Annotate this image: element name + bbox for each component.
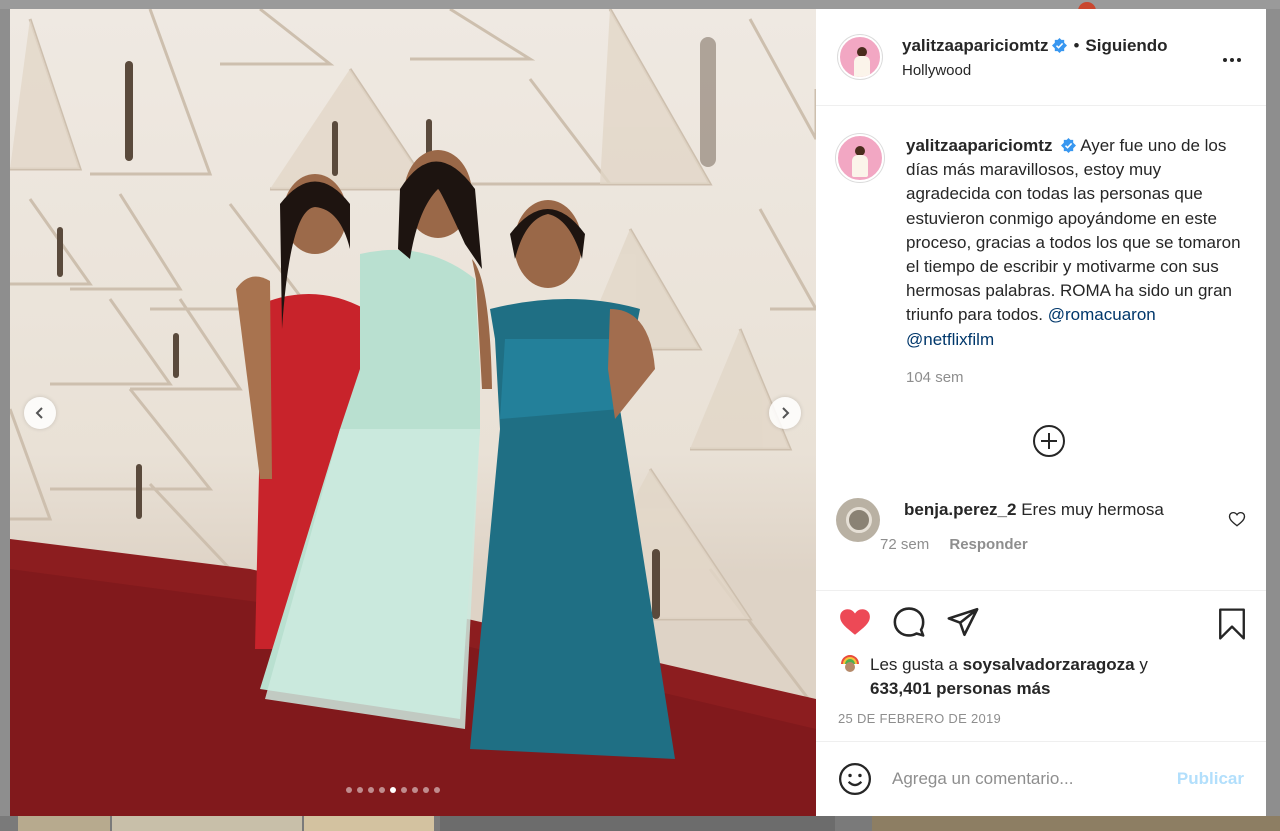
- post-modal: yalitzaapariciomtz • Siguiendo Hollywood: [10, 9, 1266, 816]
- comment-like-icon[interactable]: [1228, 510, 1246, 528]
- grid-thumbnail: [304, 816, 434, 831]
- post-header: yalitzaapariciomtz • Siguiendo Hollywood: [816, 9, 1266, 106]
- author-avatar[interactable]: [838, 35, 882, 79]
- carousel-indicator: [346, 787, 440, 793]
- caption-username[interactable]: yalitzaapariciomtz: [906, 136, 1052, 155]
- likes-count[interactable]: 633,401 personas más: [870, 679, 1051, 698]
- verified-badge-icon: [1061, 138, 1077, 153]
- carousel-dot: [434, 787, 440, 793]
- emoji-icon[interactable]: [838, 762, 872, 796]
- post-caption: yalitzaapariciomtz Ayer fue uno de los d…: [836, 134, 1244, 390]
- heart-icon[interactable]: [838, 605, 872, 639]
- verified-badge-icon: [1052, 37, 1068, 53]
- more-options-icon[interactable]: [1223, 49, 1244, 67]
- grid-thumbnail: [112, 816, 302, 831]
- post-date[interactable]: 25 DE FEBRERO DE 2019: [838, 711, 1244, 726]
- grid-thumbnail: [18, 816, 110, 831]
- chevron-left-icon: [35, 407, 43, 419]
- carousel-dot: [412, 787, 418, 793]
- mention-link[interactable]: @netflixfilm: [906, 330, 994, 349]
- carousel-dot: [401, 787, 407, 793]
- liker-username[interactable]: soysalvadorzaragoza: [963, 655, 1135, 674]
- comments-section: yalitzaapariciomtz Ayer fue uno de los d…: [816, 106, 1266, 590]
- following-button[interactable]: Siguiendo: [1085, 37, 1167, 54]
- photo-scene: [10, 9, 816, 816]
- carousel-dot: [346, 787, 352, 793]
- commenter-avatar[interactable]: [836, 498, 880, 542]
- grid-thumbnail: [440, 816, 835, 831]
- add-comment-bar: Publicar: [816, 741, 1266, 816]
- carousel-dot: [423, 787, 429, 793]
- backdrop-grid-strip: [0, 816, 1280, 831]
- bookmark-icon[interactable]: [1216, 607, 1248, 641]
- mention-link[interactable]: @romacuaron: [1048, 305, 1156, 324]
- carousel-dot: [368, 787, 374, 793]
- carousel-dot: [390, 787, 396, 793]
- comment-input[interactable]: [892, 769, 1177, 789]
- likes-prefix: Les gusta a: [870, 655, 958, 674]
- likes-conjunction: y: [1139, 655, 1148, 674]
- header-separator: •: [1073, 35, 1080, 55]
- grid-thumbnail: [872, 816, 1280, 831]
- comment-text: Eres muy hermosa: [1021, 500, 1164, 519]
- post-actions: Les gusta a soysalvadorzaragoza y 633,40…: [816, 590, 1266, 741]
- reply-button[interactable]: Responder: [949, 536, 1027, 553]
- likes-summary: Les gusta a soysalvadorzaragoza y 633,40…: [838, 653, 1244, 701]
- post-side-panel: yalitzaapariciomtz • Siguiendo Hollywood: [816, 9, 1266, 816]
- author-username[interactable]: yalitzaapariciomtz: [902, 37, 1048, 54]
- share-icon[interactable]: [946, 605, 980, 639]
- comment-icon[interactable]: [892, 605, 926, 639]
- caption-timestamp: 104 sem: [906, 368, 964, 386]
- chevron-right-icon: [782, 407, 790, 419]
- post-location[interactable]: Hollywood: [902, 63, 1168, 78]
- carousel-dot: [379, 787, 385, 793]
- comment-timestamp: 72 sem: [880, 536, 930, 553]
- commenter-username[interactable]: benja.perez_2: [904, 500, 1016, 519]
- next-photo-button[interactable]: [769, 397, 801, 429]
- carousel-dot: [357, 787, 363, 793]
- caption-text: Ayer fue uno de los días más maravilloso…: [906, 136, 1241, 325]
- publish-button[interactable]: Publicar: [1177, 769, 1244, 789]
- comment-item: benja.perez_2 Eres muy hermosa 72 sem Re…: [836, 498, 1246, 553]
- plus-circle-icon[interactable]: [1032, 424, 1066, 458]
- liker-avatar[interactable]: [838, 653, 862, 677]
- post-photo: [10, 9, 816, 816]
- previous-photo-button[interactable]: [24, 397, 56, 429]
- caption-avatar[interactable]: [836, 134, 884, 182]
